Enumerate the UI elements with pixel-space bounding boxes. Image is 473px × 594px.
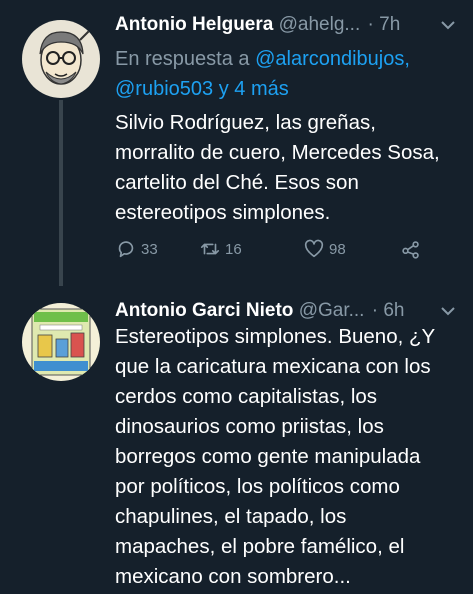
retweet-button[interactable]: 16	[199, 234, 242, 264]
reply-prefix: En respuesta a	[115, 48, 250, 70]
tweet-header: Antonio Helguera @ahelg... · 7h	[115, 12, 463, 38]
share-icon	[402, 241, 419, 259]
chevron-down-icon[interactable]	[439, 302, 457, 320]
reply-count: 33	[141, 240, 158, 258]
tweet-time[interactable]: · 6h	[372, 300, 405, 321]
avatar[interactable]	[22, 303, 100, 381]
like-count: 98	[329, 240, 346, 258]
tweet-text: Estereotipos simplones. Bueno, ¿Y que la…	[115, 325, 436, 588]
reply-more-link[interactable]: @rubio503 y 4 más	[115, 78, 289, 100]
tweet-text: Silvio Rodríguez, las greñas, morralito …	[115, 111, 440, 224]
chevron-down-icon[interactable]	[439, 16, 457, 34]
share-button[interactable]	[400, 234, 422, 264]
tweet-time[interactable]: · 7h	[368, 14, 401, 35]
avatar-caricature-image	[22, 20, 100, 98]
retweet-count: 16	[225, 240, 242, 258]
tweet-actions: 33 16 98	[115, 234, 455, 264]
reply-icon	[118, 241, 134, 258]
tweet[interactable]: Antonio Garci Nieto @Gar... · 6h Estereo…	[0, 286, 473, 594]
retweet-icon	[200, 243, 220, 255]
avatar[interactable]	[22, 20, 100, 98]
like-button[interactable]: 98	[303, 234, 346, 264]
tweet[interactable]: Antonio Helguera @ahelg... · 7h En respu…	[0, 0, 473, 286]
heart-icon	[304, 239, 324, 258]
reply-button[interactable]: 33	[115, 234, 158, 264]
author-name[interactable]: Antonio Garci Nieto	[115, 300, 293, 321]
reply-context: En respuesta a @alarcondibujos, @rubio50…	[115, 44, 455, 104]
avatar-book-cover-image	[22, 303, 100, 381]
thread-line	[59, 100, 63, 286]
tweet-header: Antonio Garci Nieto @Gar... · 6h	[115, 298, 463, 324]
author-name[interactable]: Antonio Helguera	[115, 14, 273, 35]
author-handle[interactable]: @ahelg...	[279, 14, 361, 35]
reply-mention-link[interactable]: @alarcondibujos,	[255, 48, 410, 70]
author-handle[interactable]: @Gar...	[299, 300, 365, 321]
